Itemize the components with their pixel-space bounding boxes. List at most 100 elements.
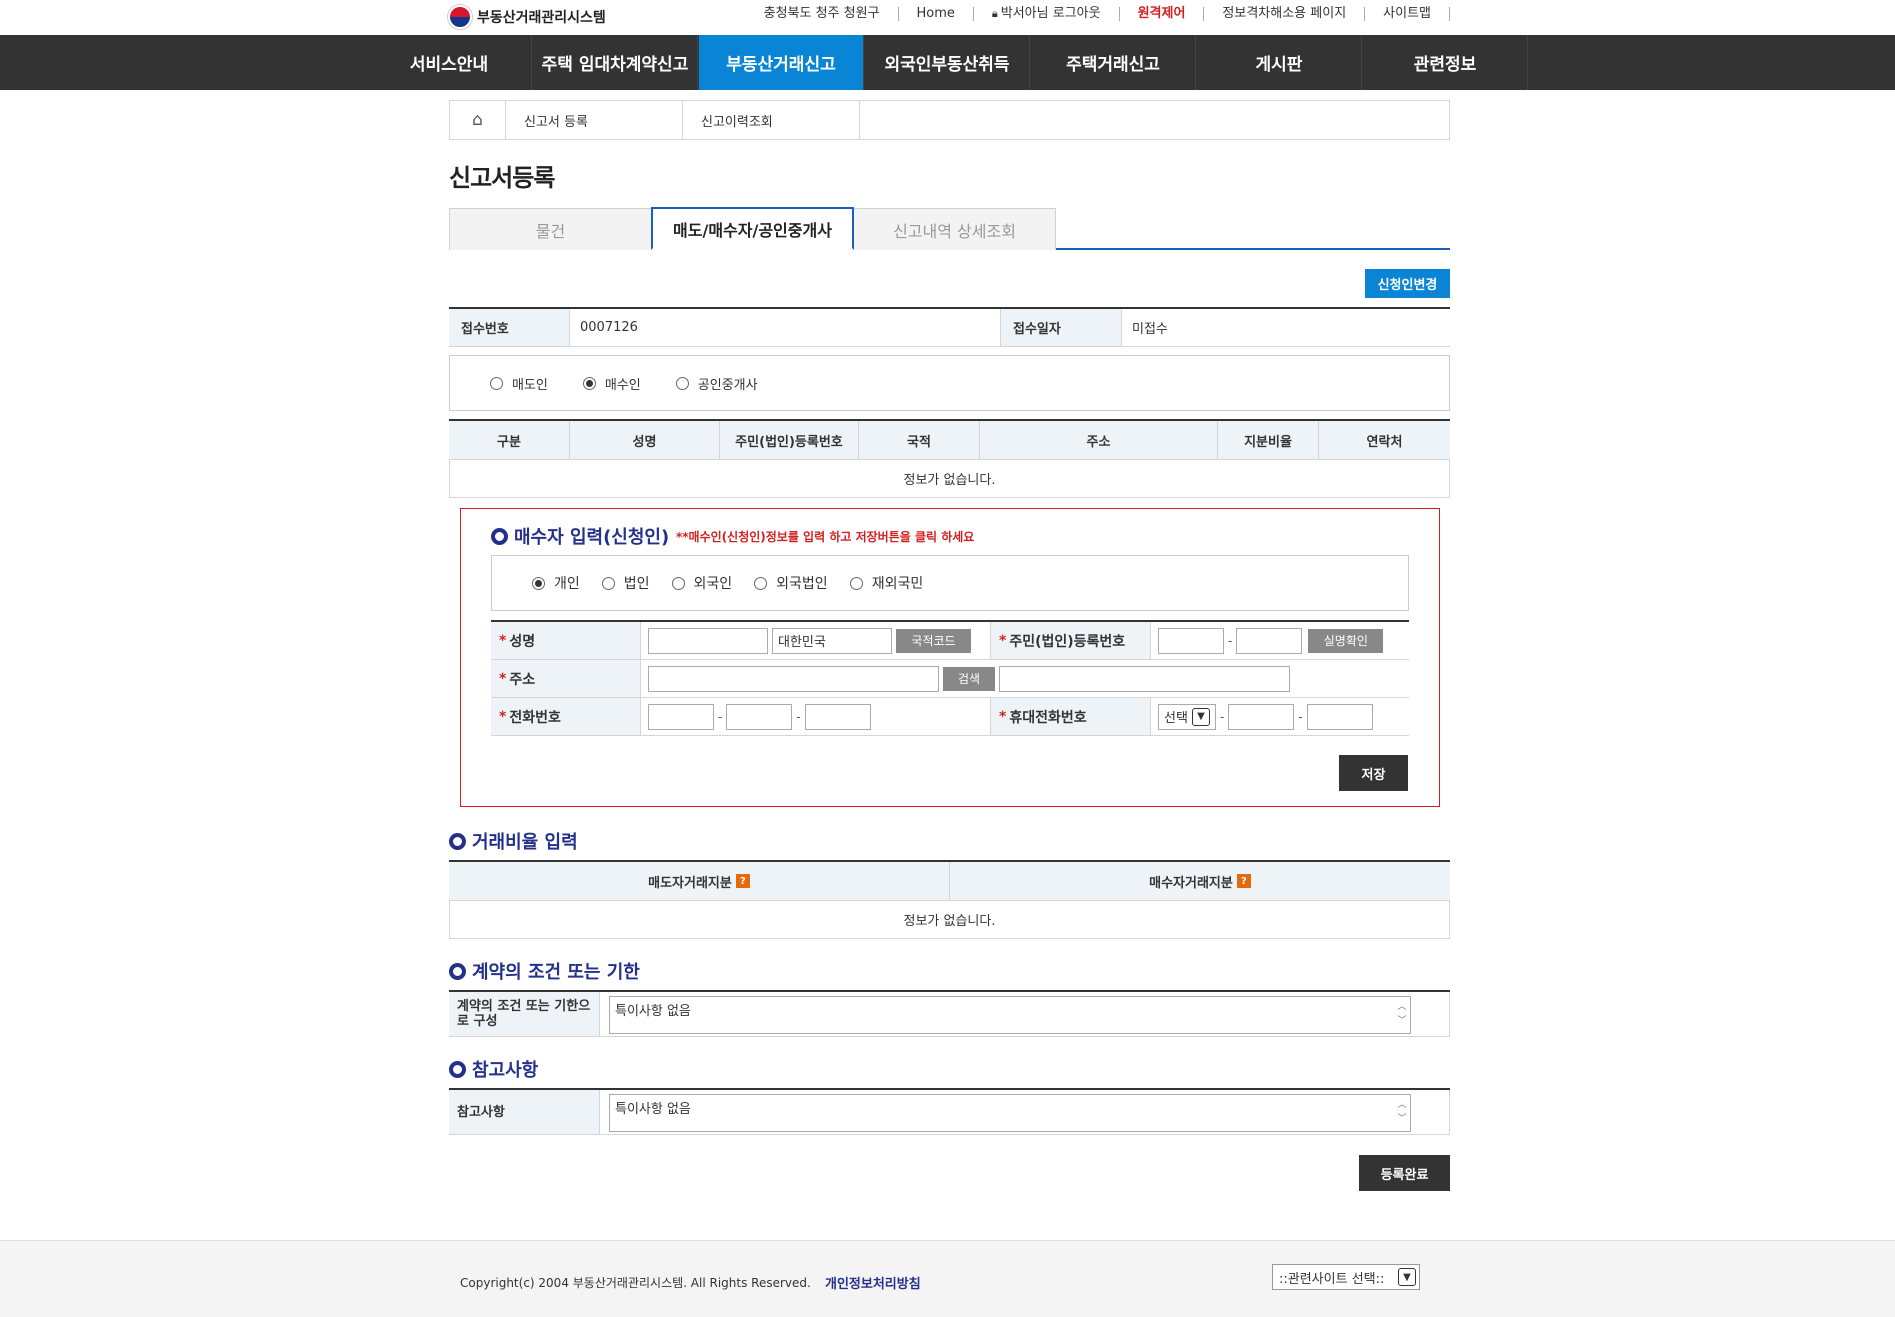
help-icon[interactable]: ? xyxy=(1236,874,1251,888)
scrollbar-arrows-icon[interactable]: ︿ ﹀ xyxy=(1396,1098,1408,1126)
buyer-share-label: 매수자거래지분 xyxy=(1149,875,1233,891)
nav-related-info[interactable]: 관련정보 xyxy=(1363,35,1528,90)
sitemap-link[interactable]: 사이트맵 xyxy=(1365,7,1450,21)
col-name: 성명 xyxy=(570,421,720,459)
address-detail-input[interactable] xyxy=(999,665,1290,692)
mobile-cell: 선택 ▼ - - xyxy=(1151,698,1409,735)
tab-report-detail[interactable]: 신고내역 상세조회 xyxy=(853,208,1056,250)
privacy-policy-link[interactable]: 개인정보처리방침 xyxy=(825,1273,921,1292)
reg-number-front-input[interactable] xyxy=(1158,627,1224,654)
notes-cell: 특이사항 없음 ︿ ﹀ xyxy=(600,1090,1450,1134)
phone-part3-input[interactable] xyxy=(804,703,871,730)
type-individual-radio[interactable]: 개인 xyxy=(532,573,580,593)
logout-link[interactable]: 🔒︎ 박서아님 로그아웃 xyxy=(974,7,1120,21)
type-overseas-korean-label: 재외국민 xyxy=(871,576,924,592)
taegeuk-emblem-icon xyxy=(448,5,472,29)
phone-part1-input[interactable] xyxy=(648,703,714,730)
complete-registration-button[interactable]: 등록완료 xyxy=(1359,1155,1450,1191)
role-buyer-radio[interactable]: 매수인 xyxy=(582,374,641,393)
mobile-label: * 휴대전화번호 xyxy=(991,698,1151,735)
type-corporation-label: 법인 xyxy=(623,576,650,592)
copyright-text: Copyright(c) 2004 부동산거래관리시스템. All Rights… xyxy=(460,1276,811,1290)
tab-parties[interactable]: 매도/매수자/공인중개사 xyxy=(651,207,854,250)
buyer-share-header: 매수자거래지분? xyxy=(950,862,1450,900)
party-empty-message: 정보가 없습니다. xyxy=(449,460,1450,498)
nav-foreigner-acquisition[interactable]: 외국인부동산취득 xyxy=(865,35,1030,90)
mobile-part2-input[interactable] xyxy=(1228,703,1295,730)
tab-bar: 물건 매도/매수자/공인중개사 신고내역 상세조회 xyxy=(449,207,1450,250)
role-broker-radio[interactable]: 공인중개사 xyxy=(675,374,758,393)
logo-text: 부동산거래관리시스템 xyxy=(477,10,606,26)
conditions-section-title: 계약의 조건 또는 기한 xyxy=(449,958,640,984)
buyer-title-text: 매수자 입력(신청인) xyxy=(514,527,670,548)
verify-name-button[interactable]: 실명확인 xyxy=(1308,628,1384,653)
receipt-number-label: 접수번호 xyxy=(449,309,570,346)
help-icon[interactable]: ? xyxy=(735,874,750,888)
main-navigation: 서비스안내 주택 임대차계약신고 부동산거래신고 외국인부동산취득 주택거래신고… xyxy=(0,35,1895,90)
section-ring-icon xyxy=(449,1060,466,1078)
nav-housing-report[interactable]: 주택거래신고 xyxy=(1031,35,1196,90)
form-row-name: * 성명 대한민국 국적코드 * 주민(법인)등록번호 - 실명확인 xyxy=(491,622,1409,660)
tab-property[interactable]: 물건 xyxy=(449,208,652,250)
chevron-down-icon: ▼ xyxy=(1191,707,1210,726)
phone-part2-input[interactable] xyxy=(726,703,793,730)
conditions-value: 특이사항 없음 xyxy=(615,1004,691,1019)
radio-dot xyxy=(490,376,503,390)
mobile-part3-input[interactable] xyxy=(1306,703,1373,730)
mobile-prefix-select[interactable]: 선택 ▼ xyxy=(1158,703,1216,730)
dash-separator: - xyxy=(718,709,723,724)
ratio-table: 매도자거래지분? 매수자거래지분? 정보가 없습니다. xyxy=(449,860,1450,939)
conditions-cell: 특이사항 없음 ︿ ﹀ xyxy=(600,992,1450,1036)
type-corporation-radio[interactable]: 법인 xyxy=(601,573,650,593)
form-row-address: * 주소 검색 xyxy=(491,660,1409,698)
breadcrumb: ⌂ 신고서 등록 신고이력조회 xyxy=(449,100,1450,140)
dash-separator: - xyxy=(1228,633,1233,648)
receipt-number-value: 0007126 xyxy=(570,309,1001,346)
notes-section-title: 참고사항 xyxy=(449,1056,538,1082)
type-foreigner-label: 외국인 xyxy=(693,576,733,592)
role-seller-radio[interactable]: 매도인 xyxy=(490,374,548,393)
address-cell: 검색 xyxy=(641,660,1409,697)
nav-real-estate-report[interactable]: 부동산거래신고 xyxy=(699,35,864,90)
nav-lease-report[interactable]: 주택 임대차계약신고 xyxy=(533,35,698,90)
type-foreign-corp-label: 외국법인 xyxy=(776,576,828,592)
page-title: 신고서등록 xyxy=(449,164,555,192)
reg-number-back-input[interactable] xyxy=(1236,627,1303,654)
type-individual-label: 개인 xyxy=(554,576,580,592)
scrollbar-arrows-icon[interactable]: ︿ ﹀ xyxy=(1396,1000,1408,1028)
type-foreigner-radio[interactable]: 외국인 xyxy=(671,573,733,593)
form-row-phone: * 전화번호 - - * 휴대전화번호 선택 ▼ - - xyxy=(491,698,1409,736)
role-broker-label: 공인중개사 xyxy=(697,377,758,393)
conditions-textarea[interactable]: 특이사항 없음 ︿ ﹀ xyxy=(609,996,1411,1034)
ratio-section-title: 거래비율 입력 xyxy=(449,828,578,854)
nationality-input[interactable]: 대한민국 xyxy=(772,627,892,654)
col-share-ratio: 지분비율 xyxy=(1218,421,1319,459)
site-logo[interactable]: 부동산거래관리시스템 xyxy=(448,5,606,29)
remote-control-link[interactable]: 원격제어 xyxy=(1120,7,1205,21)
seller-share-label: 매도자거래지분 xyxy=(648,875,732,891)
name-input[interactable] xyxy=(648,627,768,654)
address-input[interactable] xyxy=(648,665,939,692)
notes-title-text: 참고사항 xyxy=(472,1060,539,1081)
buyer-form-table: * 성명 대한민국 국적코드 * 주민(법인)등록번호 - 실명확인 * 주소 검색 … xyxy=(491,620,1409,736)
nav-service-guide[interactable]: 서비스안내 xyxy=(367,35,532,90)
address-search-button[interactable]: 검색 xyxy=(943,666,995,691)
save-button[interactable]: 저장 xyxy=(1339,755,1408,791)
radio-dot xyxy=(754,576,768,590)
breadcrumb-report-history[interactable]: 신고이력조회 xyxy=(683,101,860,139)
type-overseas-korean-radio[interactable]: 재외국민 xyxy=(849,573,924,593)
type-foreign-corp-radio[interactable]: 외국법인 xyxy=(754,573,828,593)
nav-board[interactable]: 게시판 xyxy=(1197,35,1362,90)
section-ring-icon xyxy=(491,527,508,545)
receipt-date-label: 접수일자 xyxy=(1001,309,1122,346)
breadcrumb-report-register[interactable]: 신고서 등록 xyxy=(506,101,683,139)
home-link[interactable]: Home xyxy=(899,7,974,21)
change-applicant-button[interactable]: 신청인변경 xyxy=(1365,269,1450,298)
notes-textarea[interactable]: 특이사항 없음 ︿ ﹀ xyxy=(609,1094,1411,1132)
home-icon[interactable]: ⌂ xyxy=(450,101,506,139)
ratio-table-header: 매도자거래지분? 매수자거래지분? xyxy=(449,862,1450,901)
related-site-select[interactable]: ::관련사이트 선택:: ▼ xyxy=(1272,1264,1420,1290)
country-code-button[interactable]: 국적코드 xyxy=(896,628,971,653)
reg-number-label: * 주민(법인)등록번호 xyxy=(991,622,1151,659)
accessibility-link[interactable]: 정보격차해소용 페이지 xyxy=(1204,7,1366,21)
